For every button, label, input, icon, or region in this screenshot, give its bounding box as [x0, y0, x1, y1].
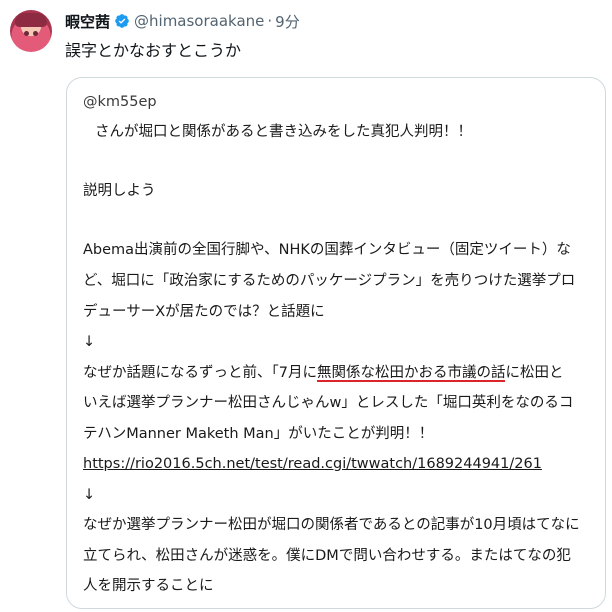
quote-line-4: ど、堀口に「政治家にするためのパッケージプラン」を売りつけた選挙プロ	[83, 273, 576, 289]
quote-line-6: なぜか話題になるずっと前、「7月に無関係な松田かおる市議の話に松田と	[83, 363, 563, 383]
post-header: 暇空茜 @himasoraakane · 9分	[65, 10, 300, 32]
verified-badge-icon	[115, 14, 129, 28]
quote-line-2: 説明しよう	[83, 183, 156, 199]
quote-line-9: なぜか選挙プランナー松田が堀口の関係者であるとの記事が10月頃はてなに	[83, 517, 580, 533]
avatar-eye-right	[33, 31, 38, 36]
quote-line-6-pre: なぜか話題になるずっと前、「7月に	[83, 365, 317, 381]
underlined-phrase: 無関係な松田かおる市議の話	[316, 365, 506, 382]
quote-line-6-post: に松田と	[505, 365, 564, 381]
post-text: 誤字とかなおすとこうか	[65, 41, 242, 60]
avatar[interactable]	[10, 10, 52, 52]
quoted-handle: @km55ep	[83, 94, 157, 110]
quote-line-8: テハンManner Maketh Man」がいたことが判明！！	[83, 426, 434, 442]
quoted-post-card[interactable]: @km55ep さんが堀口と関係があると書き込みをした真犯人判明！！ 説明しよう…	[66, 77, 606, 609]
quote-line-7: いえば選挙プランナー松田さんじゃんw」とレスした「堀口英利をなのるコ	[83, 395, 574, 411]
arrow-1: ↓	[83, 334, 96, 350]
post-time[interactable]: 9分	[275, 11, 300, 32]
quote-line-10: 立てられ、松田さんが迷惑を。僕にDMで問い合わせする。またはてなの犯	[83, 548, 571, 564]
avatar-eye-left	[24, 31, 29, 36]
quote-line-11: 人を開示することに	[83, 578, 214, 594]
display-name[interactable]: 暇空茜	[65, 11, 110, 32]
quote-line-5: デューサーXが居たのでは？と話題に	[83, 304, 325, 320]
arrow-2: ↓	[83, 487, 96, 503]
avatar-hat	[15, 13, 47, 27]
quote-line-1: さんが堀口と関係があると書き込みをした真犯人判明！！	[95, 124, 472, 140]
user-handle[interactable]: @himasoraakane	[134, 12, 264, 30]
thread-link[interactable]: https://rio2016.5ch.net/test/read.cgi/tw…	[83, 454, 542, 474]
separator: ·	[267, 12, 273, 30]
quote-line-3: Abema出演前の全国行脚や、NHKの国葬インタビュー（固定ツイート）な	[83, 242, 571, 258]
